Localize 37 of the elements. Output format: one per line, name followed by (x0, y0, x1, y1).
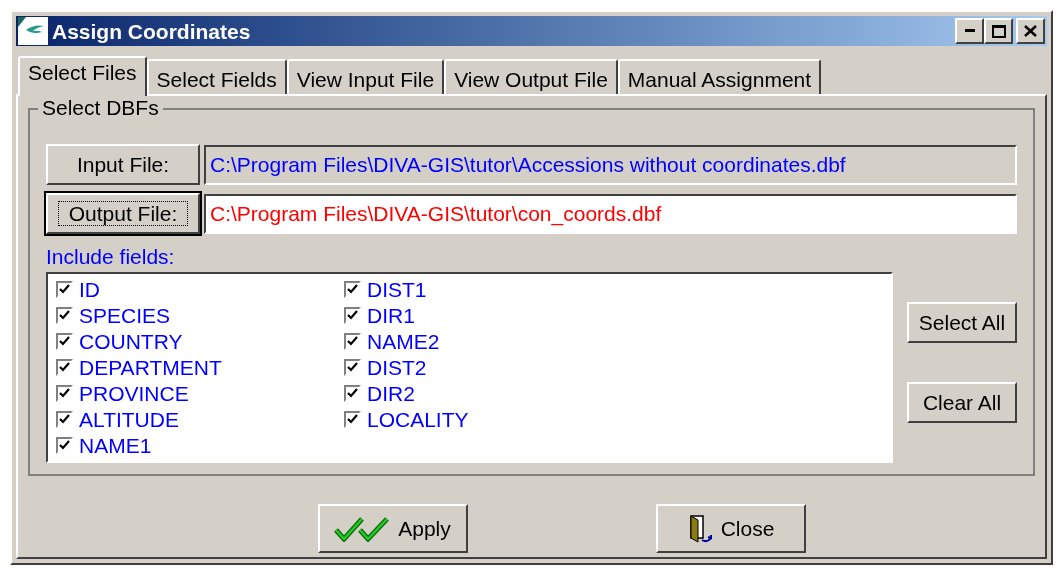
group-title: Select DBFs (38, 97, 163, 118)
close-button[interactable] (1016, 18, 1045, 44)
field-label: SPECIES (79, 304, 171, 326)
close-icon (1024, 25, 1037, 37)
minimize-icon (964, 29, 975, 33)
file-path-field[interactable]: C:\Program Files\DIVA-GIS\tutor\con_coords.dbf (204, 193, 1017, 234)
field-label: DIR1 (367, 304, 415, 326)
field-label: NAME2 (367, 330, 440, 352)
apply-button[interactable]: Apply (317, 504, 468, 553)
tab[interactable]: Select Fields (146, 59, 287, 94)
file-button[interactable]: Input File: (46, 144, 200, 185)
app-logo-icon (18, 17, 48, 45)
tab[interactable]: Select Files (18, 56, 147, 96)
field-label: DEPARTMENT (79, 356, 222, 378)
include-fields-label: Include fields: (46, 246, 176, 267)
file-button[interactable]: Output File: (46, 193, 200, 234)
field-label: NAME1 (79, 434, 152, 456)
field-label: COUNTRY (79, 330, 183, 352)
field-label: LOCALITY (367, 408, 469, 430)
window-title: Assign Coordinates (52, 20, 252, 42)
field-label: ALTITUDE (79, 408, 179, 430)
tab[interactable]: Manual Assignment (617, 59, 822, 94)
fields-list[interactable]: ID SPECIES COUNTRY DEPARTMENT PROVINCE ALTITUDE NAME1 DIST1 DIR1 NAME2 DIST2 DIR2 LOCALITY (46, 272, 893, 463)
maximize-button[interactable] (984, 18, 1013, 44)
field-label: DIST1 (367, 278, 427, 300)
list-action-button[interactable]: Select All (907, 302, 1017, 343)
field-label: PROVINCE (79, 382, 189, 404)
maximize-icon (991, 24, 1006, 38)
field-label: ID (79, 278, 100, 300)
file-path-field[interactable]: C:\Program Files\DIVA-GIS\tutor\Accessions without coordinates.dbf (204, 144, 1017, 185)
field-label: DIST2 (367, 356, 427, 378)
tab[interactable]: View Input File (286, 59, 445, 94)
minimize-button[interactable] (955, 18, 984, 44)
close-button[interactable]: Close (655, 504, 806, 553)
field-label: DIR2 (367, 382, 415, 404)
tab[interactable]: View Output File (444, 59, 618, 94)
list-action-button[interactable]: Clear All (907, 382, 1017, 423)
